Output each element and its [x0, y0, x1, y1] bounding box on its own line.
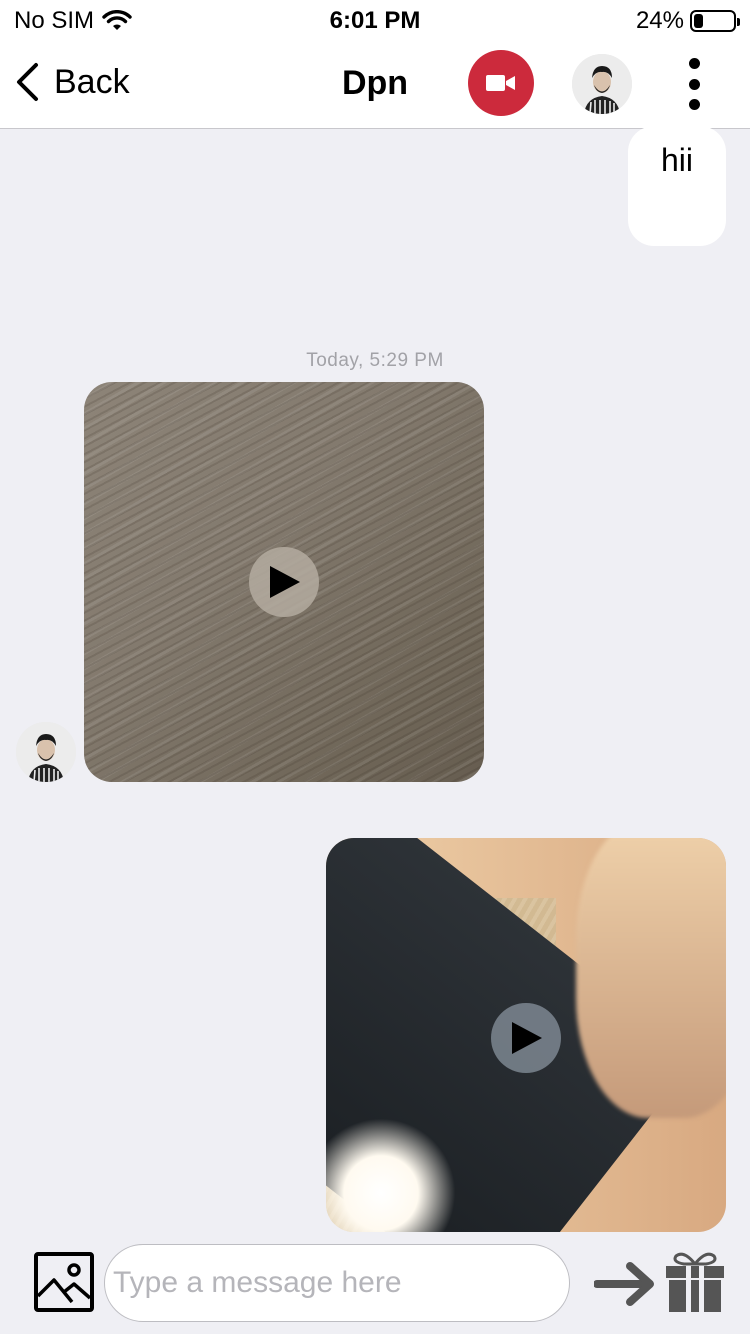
back-button[interactable]: Back — [14, 62, 130, 102]
message-composer — [0, 1232, 750, 1334]
image-icon — [36, 1263, 92, 1304]
send-button[interactable] — [593, 1260, 656, 1308]
status-right: 24% — [635, 7, 740, 35]
gift-icon — [666, 1252, 724, 1312]
video-call-button[interactable] — [468, 50, 534, 116]
gift-button[interactable] — [664, 1250, 726, 1314]
video-camera-icon — [486, 75, 515, 91]
send-arrow-icon — [593, 1262, 654, 1306]
avatar-image — [16, 722, 76, 782]
date-separator: Today, 5:29 PM — [0, 350, 750, 372]
status-bar: No SIM 6:01 PM 24% — [0, 0, 750, 40]
play-button[interactable] — [249, 547, 319, 617]
play-button[interactable] — [491, 1003, 561, 1073]
nav-bar: Back Dpn — [0, 40, 750, 129]
back-chevron-icon — [17, 63, 38, 101]
video-thumbnail-finger — [576, 838, 726, 1118]
play-icon — [512, 1022, 542, 1054]
more-vertical-icon-dot — [688, 78, 700, 90]
date-separator-text: Today, 5:29 PM — [306, 350, 444, 371]
avatar-image — [572, 54, 632, 114]
battery-percent: 24% — [635, 7, 684, 34]
outgoing-video-message[interactable] — [326, 838, 726, 1232]
sender-avatar[interactable] — [16, 722, 76, 782]
more-vertical-icon-dot — [688, 58, 700, 69]
message-input[interactable] — [104, 1244, 570, 1322]
attach-image-button[interactable] — [34, 1252, 94, 1312]
contact-avatar[interactable] — [572, 54, 632, 114]
more-vertical-icon-dot — [688, 99, 700, 110]
more-options-button[interactable] — [686, 58, 702, 110]
outgoing-text-message[interactable]: hii — [628, 126, 726, 246]
back-label: Back — [54, 62, 130, 101]
play-icon — [270, 566, 300, 598]
incoming-video-message[interactable] — [84, 382, 484, 782]
battery-icon — [690, 10, 740, 32]
battery-fill — [694, 14, 703, 28]
